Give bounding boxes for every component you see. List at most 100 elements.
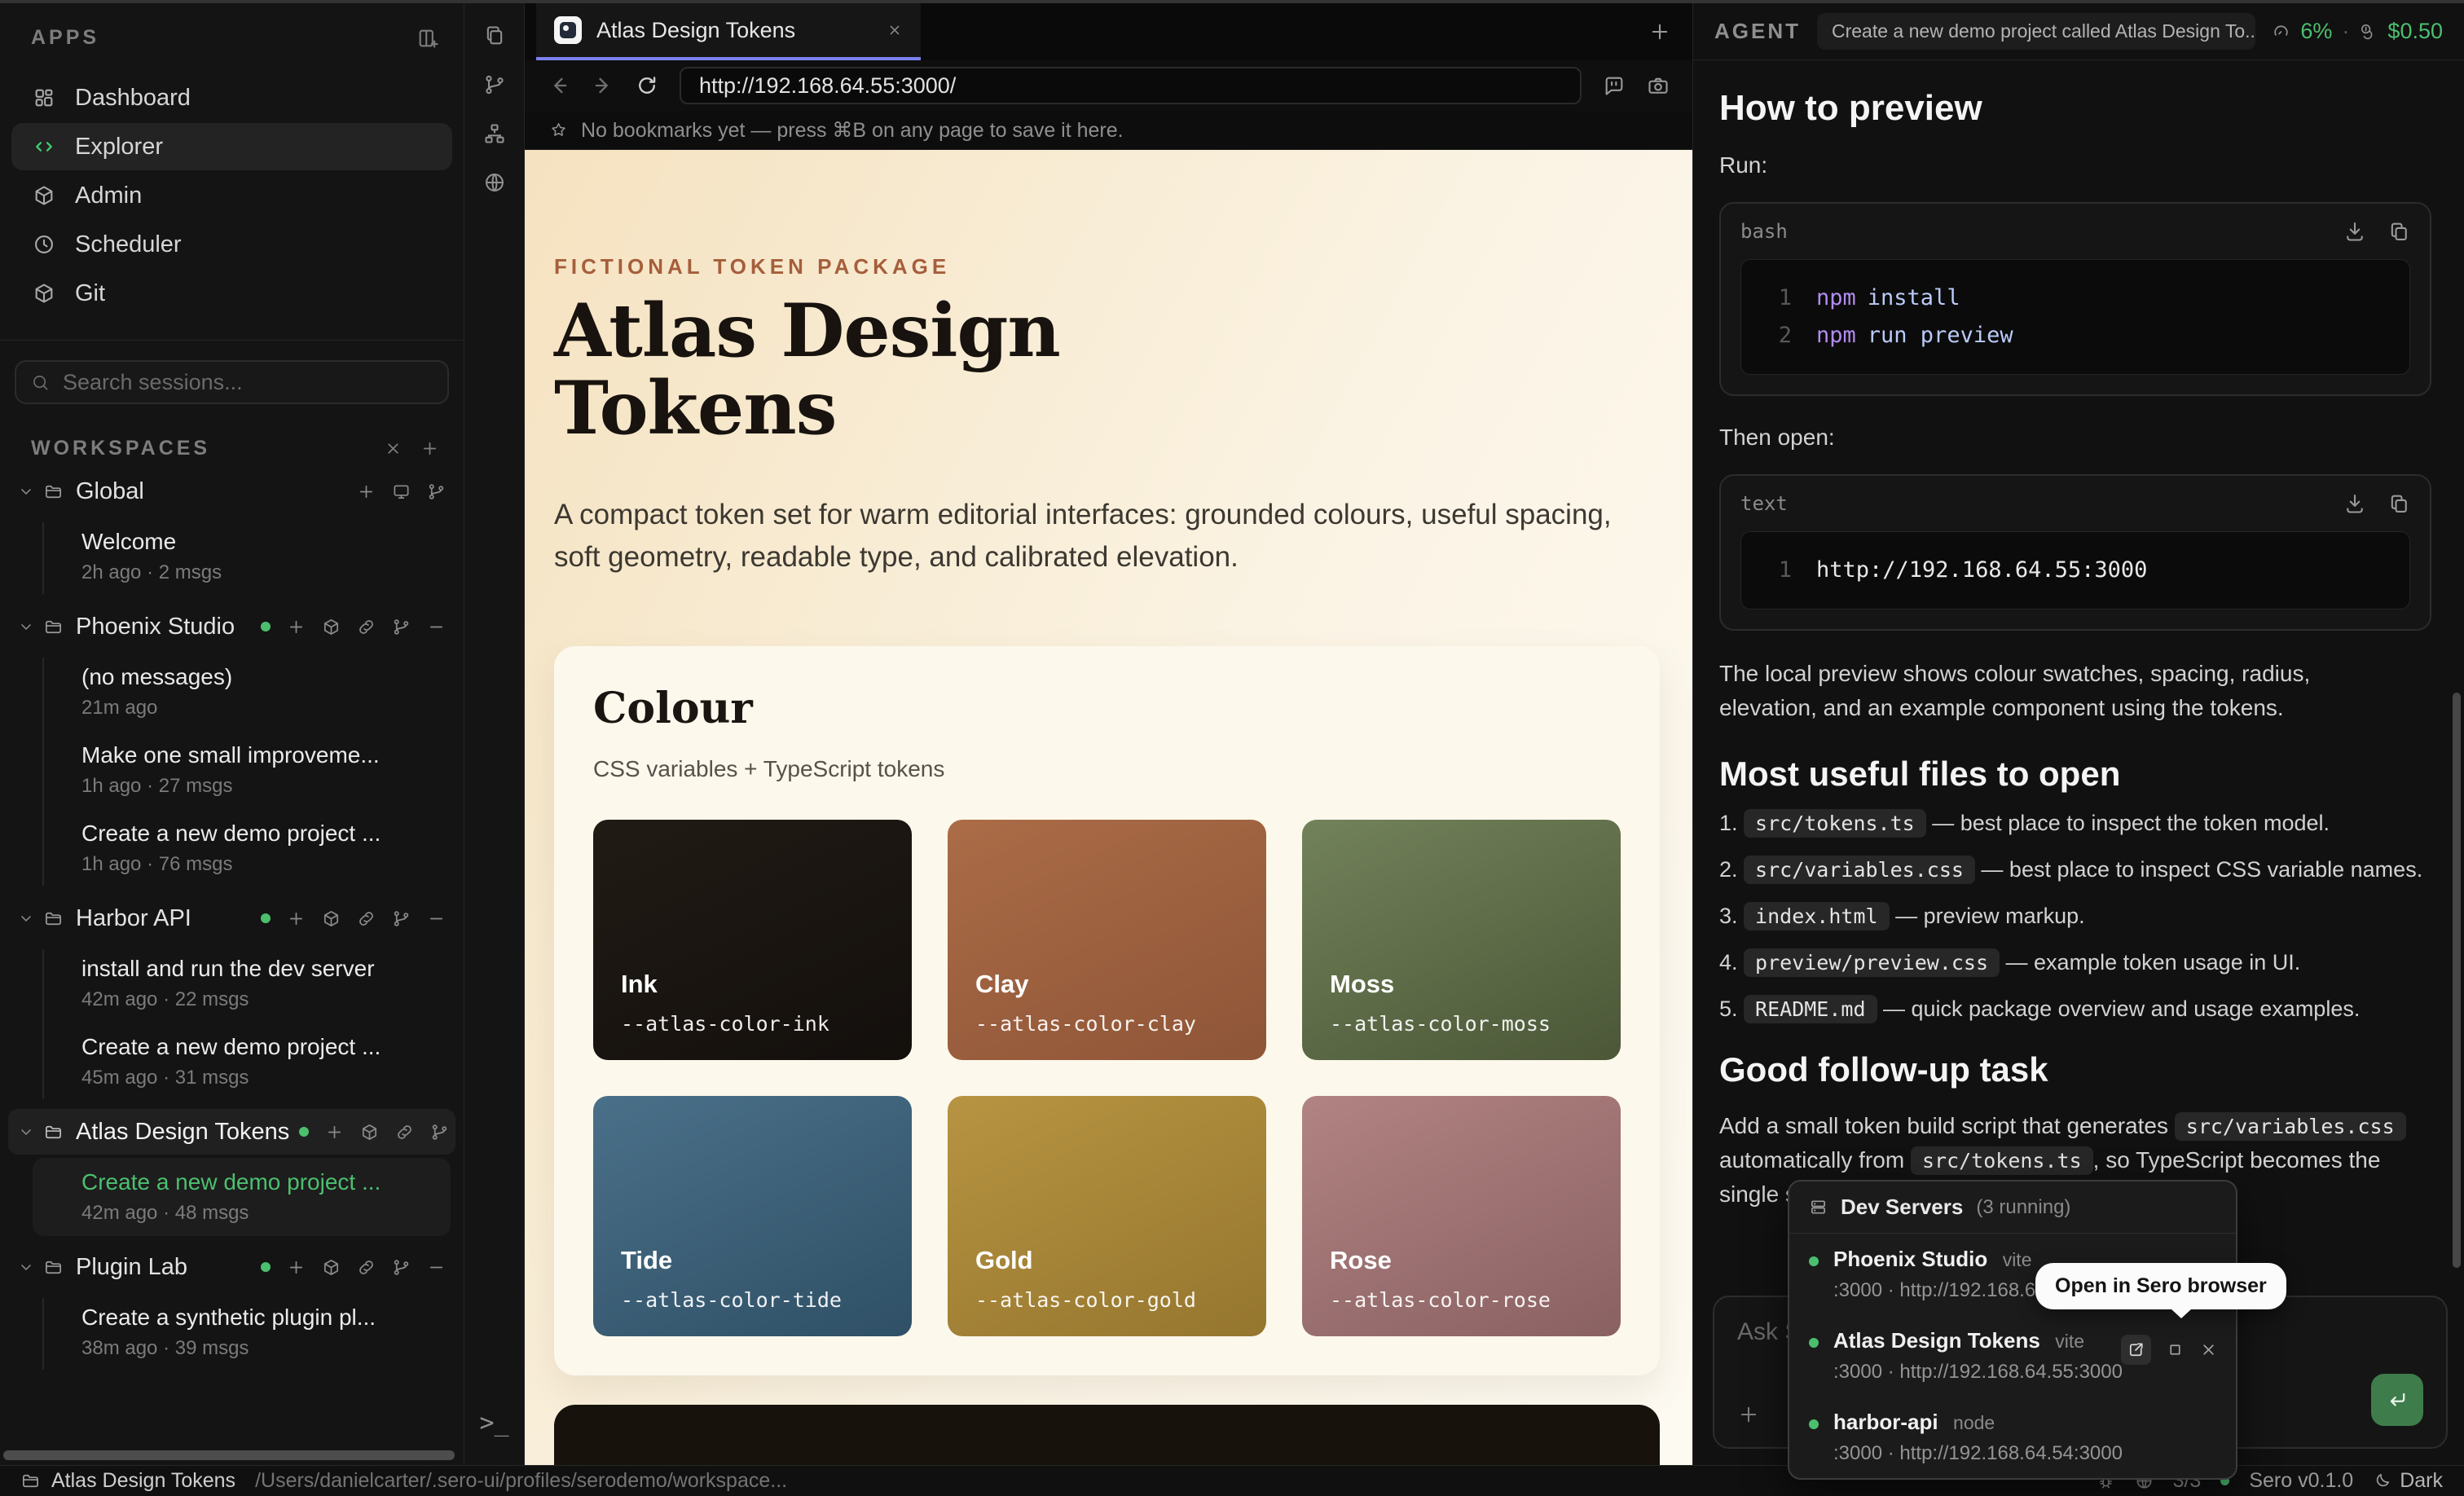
remove-workspace-icon[interactable] [427, 1258, 446, 1277]
add-session-icon[interactable] [325, 1123, 344, 1142]
agent-scrollbar[interactable] [2453, 693, 2461, 1268]
session-item[interactable]: Welcome 2h ago · 2 msgs [42, 517, 460, 596]
add-session-icon[interactable] [287, 618, 306, 636]
chevron-down-icon[interactable] [18, 1124, 34, 1140]
code-line: 1 npm install [1758, 279, 2393, 317]
add-session-icon[interactable] [287, 1258, 306, 1277]
session-item[interactable]: Make one small improveme... 1h ago · 27 … [42, 731, 460, 809]
globe-icon[interactable] [483, 171, 506, 194]
chevron-down-icon[interactable] [18, 483, 34, 499]
chat-icon[interactable] [1603, 74, 1626, 97]
git-branch-icon[interactable] [430, 1123, 449, 1142]
add-session-icon[interactable] [357, 482, 376, 501]
add-workspace-icon[interactable] [420, 439, 439, 458]
new-window-icon[interactable] [416, 27, 439, 50]
chevron-down-icon[interactable] [18, 910, 34, 926]
cube-icon[interactable] [360, 1123, 379, 1142]
session-meta: 1h ago · 76 msgs [81, 853, 460, 876]
file-path-chip[interactable]: src/variables.css [1744, 856, 1975, 884]
send-button[interactable] [2371, 1374, 2423, 1426]
chevron-down-icon[interactable] [18, 1259, 34, 1275]
collapse-all-icon[interactable] [384, 439, 403, 458]
session-item[interactable]: (no messages) 21m ago [42, 653, 460, 731]
theme-toggle[interactable]: Dark [2373, 1469, 2443, 1493]
stop-server-icon[interactable] [2166, 1340, 2185, 1359]
attach-plus-icon[interactable] [1737, 1403, 1760, 1426]
link-icon[interactable] [357, 618, 376, 636]
git-branch-icon[interactable] [392, 618, 411, 636]
workspace-row-plugin-lab[interactable]: Plugin Lab [0, 1244, 464, 1290]
camera-icon[interactable] [1647, 74, 1670, 97]
workspace-row-atlas-design-tokens[interactable]: Atlas Design Tokens [8, 1109, 455, 1155]
open-in-browser-button[interactable] [2121, 1335, 2151, 1365]
then-open-label: Then open: [1719, 420, 2431, 455]
add-session-icon[interactable] [287, 909, 306, 928]
search-input[interactable]: Search sessions... [15, 360, 449, 404]
sidebar-horizontal-scrollbar[interactable] [3, 1450, 455, 1460]
workspace-row-phoenix-studio[interactable]: Phoenix Studio [0, 604, 464, 649]
forward-icon[interactable] [592, 74, 614, 97]
terminal-toggle-icon[interactable]: >_ [479, 1409, 508, 1437]
close-tab-icon[interactable] [887, 22, 903, 38]
sitemap-icon[interactable] [483, 122, 506, 145]
new-tab-icon[interactable] [1648, 20, 1671, 43]
reload-icon[interactable] [636, 74, 658, 97]
workspace-row-harbor-api[interactable]: Harbor API [0, 895, 464, 941]
git-branch-icon[interactable] [483, 73, 506, 96]
link-icon[interactable] [357, 909, 376, 928]
server-actions [2121, 1335, 2218, 1365]
sidebar-item-scheduler[interactable]: Scheduler [11, 221, 452, 268]
copy-icon[interactable] [2387, 492, 2410, 515]
link-icon[interactable] [357, 1258, 376, 1277]
inline-code-chip[interactable]: src/variables.css [2175, 1112, 2406, 1141]
dev-server-row-harbor-api[interactable]: harbor-api node :3000 · http://192.168.6… [1789, 1397, 2236, 1478]
file-path-chip[interactable]: preview/preview.css [1744, 948, 2000, 977]
swatch-name: Rose [1330, 1246, 1593, 1275]
cube-icon[interactable] [322, 1258, 341, 1277]
session-item[interactable]: Create a new demo project ... 45m ago · … [42, 1023, 460, 1101]
swatch-ink: Ink --atlas-color-ink [593, 820, 912, 1060]
session-item-selected[interactable]: Create a new demo project ... 42m ago · … [33, 1158, 451, 1236]
cost-value: $0.50 [2387, 19, 2443, 44]
server-name: harbor-api [1833, 1410, 1938, 1434]
sidebar-item-dashboard[interactable]: Dashboard [11, 74, 452, 121]
chevron-down-icon[interactable] [18, 618, 34, 635]
sidebar-item-explorer[interactable]: Explorer [11, 123, 452, 170]
pages-icon[interactable] [483, 24, 506, 47]
monitor-icon[interactable] [392, 482, 411, 501]
server-url: :3000 · http://192.168.64.55:3000 [1833, 1361, 2123, 1384]
close-icon[interactable] [2199, 1340, 2218, 1359]
remove-workspace-icon[interactable] [427, 618, 446, 636]
sidebar-item-admin[interactable]: Admin [11, 172, 452, 219]
back-icon[interactable] [548, 74, 570, 97]
agent-task-pill[interactable]: Create a new demo project called Atlas D… [1817, 13, 2255, 50]
files-list: 1. src/tokens.ts — best place to inspect… [1719, 807, 2431, 1026]
file-path-chip[interactable]: README.md [1744, 995, 1877, 1023]
file-path-chip[interactable]: src/tokens.ts [1744, 809, 1926, 838]
star-icon[interactable] [549, 121, 568, 139]
workspace-row-global[interactable]: Global [0, 469, 464, 514]
git-branch-icon[interactable] [427, 482, 446, 501]
sidebar-item-git[interactable]: Git [11, 270, 452, 317]
git-branch-icon[interactable] [392, 909, 411, 928]
session-item[interactable]: Create a synthetic plugin pl... 38m ago … [42, 1293, 460, 1371]
cube-icon[interactable] [322, 909, 341, 928]
cube-icon[interactable] [322, 618, 341, 636]
file-path-chip[interactable]: index.html [1744, 902, 1890, 931]
inline-code-chip[interactable]: src/tokens.ts [1911, 1146, 2093, 1175]
followup-text: Add a small token build script that gene… [1719, 1113, 2175, 1138]
swatch-name: Tide [621, 1246, 884, 1275]
git-branch-icon[interactable] [392, 1258, 411, 1277]
dev-server-row-atlas-design-tokens[interactable]: Atlas Design Tokens vite :3000 · http://… [1789, 1315, 2236, 1397]
download-icon[interactable] [2343, 492, 2366, 515]
session-item[interactable]: Create a new demo project ... 1h ago · 7… [42, 809, 460, 887]
apps-nav: Dashboard Explorer Admin Scheduler Git [0, 73, 464, 319]
session-item[interactable]: install and run the dev server 42m ago ·… [42, 944, 460, 1023]
download-icon[interactable] [2343, 220, 2366, 243]
server-runtime: vite [2055, 1331, 2084, 1352]
browser-tab-atlas-design-tokens[interactable]: Atlas Design Tokens [536, 3, 921, 60]
link-icon[interactable] [395, 1123, 414, 1142]
url-input[interactable]: http://192.168.64.55:3000/ [680, 67, 1582, 104]
copy-icon[interactable] [2387, 220, 2410, 243]
remove-workspace-icon[interactable] [427, 909, 446, 928]
